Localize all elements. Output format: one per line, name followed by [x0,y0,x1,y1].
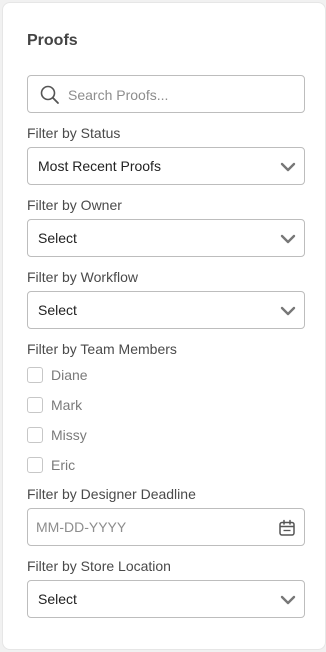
calendar-icon[interactable] [278,519,296,537]
owner-filter-label: Filter by Owner [27,197,122,213]
team-member-label: Missy [51,427,87,443]
deadline-date-input[interactable]: MM-DD-YYYY [27,508,305,546]
chevron-down-icon [280,234,296,244]
deadline-filter-label: Filter by Designer Deadline [27,486,196,502]
checkbox[interactable] [27,457,43,473]
owner-select-value: Select [38,230,77,246]
status-select[interactable]: Most Recent Proofs [27,147,305,185]
store-select[interactable]: Select [27,580,305,618]
chevron-down-icon [280,306,296,316]
status-filter-label: Filter by Status [27,125,121,141]
status-select-value: Most Recent Proofs [38,158,161,174]
workflow-select-value: Select [38,302,77,318]
store-select-value: Select [38,591,77,607]
store-filter-label: Filter by Store Location [27,558,171,574]
proofs-filter-panel: Proofs Search Proofs... Filter by Status… [2,2,326,650]
team-member-label: Diane [51,367,88,383]
chevron-down-icon [280,162,296,172]
checkbox[interactable] [27,397,43,413]
workflow-select[interactable]: Select [27,291,305,329]
search-input[interactable]: Search Proofs... [27,75,305,113]
team-filter-label: Filter by Team Members [27,341,177,357]
panel-title: Proofs [27,32,78,49]
search-icon [40,85,59,104]
checkbox[interactable] [27,367,43,383]
date-placeholder: MM-DD-YYYY [36,519,127,535]
search-placeholder: Search Proofs... [68,87,169,103]
team-member-label: Eric [51,457,76,473]
owner-select[interactable]: Select [27,219,305,257]
checkbox[interactable] [27,427,43,443]
chevron-down-icon [280,595,296,605]
team-member-label: Mark [51,397,83,413]
workflow-filter-label: Filter by Workflow [27,269,138,285]
